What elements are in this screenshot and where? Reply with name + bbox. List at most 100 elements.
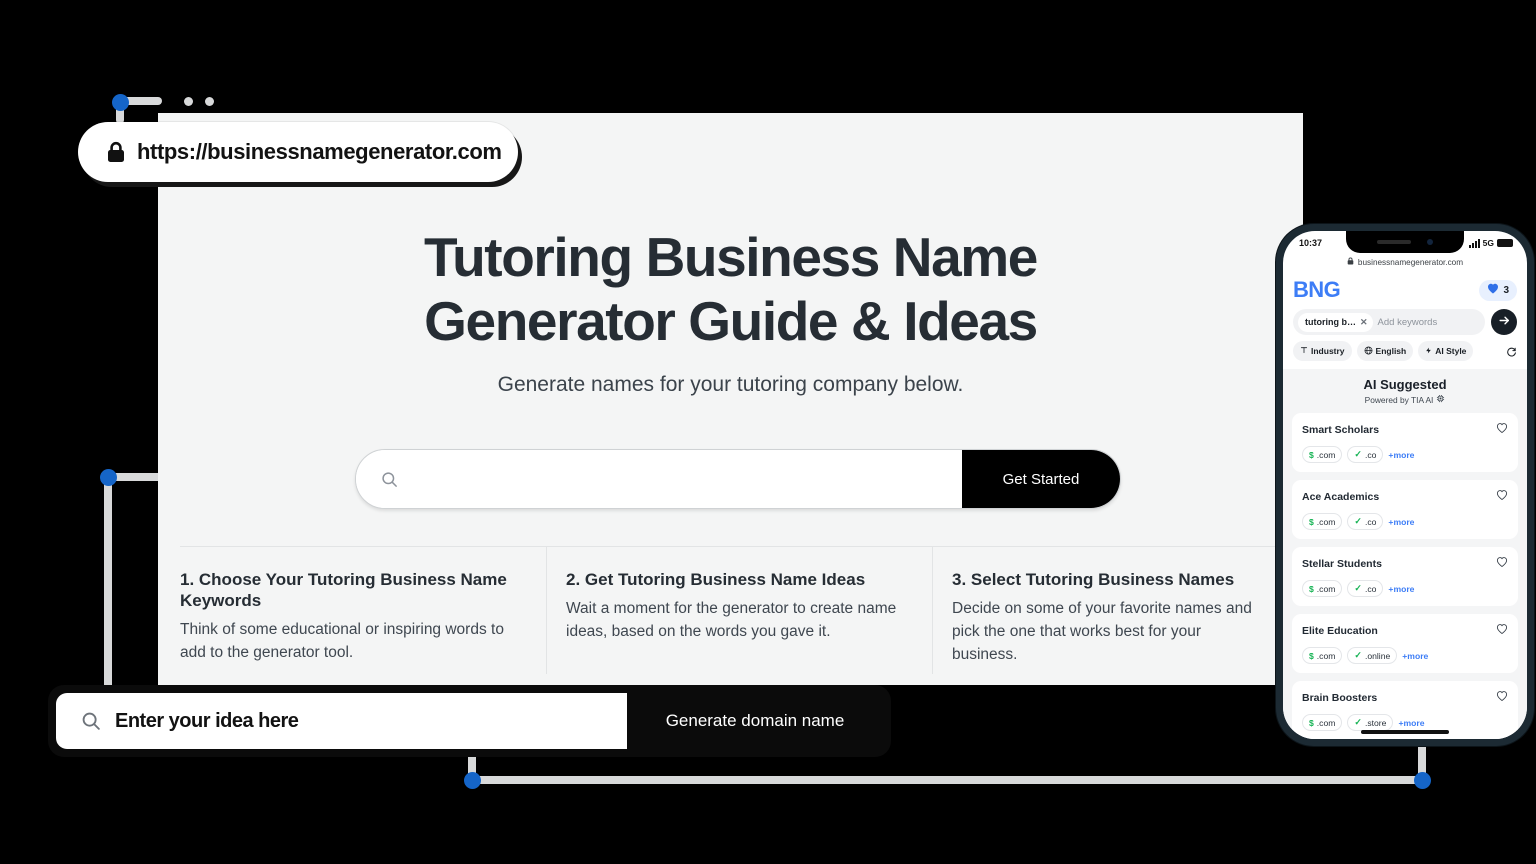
globe-icon — [1364, 346, 1373, 357]
bng-logo[interactable]: BNG — [1293, 277, 1341, 303]
bolt-icon — [1425, 346, 1432, 357]
app-header: BNG 3 — [1283, 274, 1527, 303]
status-network: 5G — [1482, 238, 1494, 248]
filter-row: Industry English AI Style — [1283, 335, 1527, 369]
more-tlds-link[interactable]: +more — [1402, 651, 1428, 661]
filter-industry-label: Industry — [1311, 346, 1345, 356]
available-check-icon: ✓ — [1354, 449, 1362, 459]
hero-section: Tutoring Business Name Generator Guide &… — [158, 225, 1303, 397]
available-check-icon: ✓ — [1354, 516, 1362, 526]
get-started-button[interactable]: Get Started — [962, 450, 1120, 508]
name-card[interactable]: Elite Education $ .com ✓ .online +more — [1292, 614, 1518, 673]
name-card-tlds: $ .com ✓ .co +more — [1302, 580, 1508, 597]
tld-label: .com — [1316, 516, 1336, 527]
phone-mockup: 10:37 5G businessnamegenerator.com BNG 3… — [1276, 224, 1534, 746]
tld-chip[interactable]: $ .com — [1302, 446, 1343, 463]
heart-outline-icon[interactable] — [1496, 555, 1508, 573]
name-card-tlds: $ .com ✓ .online +more — [1302, 647, 1508, 664]
close-icon[interactable]: ✕ — [1360, 317, 1368, 328]
filter-icon — [1300, 346, 1308, 356]
battery-icon — [1497, 239, 1513, 247]
tld-chip[interactable]: ✓ .co — [1347, 580, 1384, 597]
url-text: https://businessnamegenerator.com — [137, 139, 502, 164]
search-field-wrapper[interactable] — [356, 450, 962, 508]
tld-chip[interactable]: ✓ .co — [1347, 446, 1384, 463]
tld-chip[interactable]: $ .com — [1302, 647, 1343, 664]
status-time: 10:37 — [1299, 238, 1323, 248]
page-subtitle: Generate names for your tutoring company… — [497, 373, 964, 396]
favorites-count: 3 — [1503, 284, 1509, 296]
domain-idea-input[interactable] — [115, 709, 627, 733]
tld-chip[interactable]: ✓ .online — [1347, 647, 1398, 664]
tld-chip[interactable]: $ .com — [1302, 513, 1343, 530]
lock-icon — [1347, 257, 1354, 267]
heart-outline-icon[interactable] — [1496, 622, 1508, 640]
step-title: 2. Get Tutoring Business Name Ideas — [566, 570, 866, 589]
filter-industry[interactable]: Industry — [1293, 341, 1352, 361]
tld-chip[interactable]: ✓ .store — [1347, 714, 1394, 731]
search-input[interactable] — [411, 470, 962, 488]
keyword-chip[interactable]: tutoring b… ✕ — [1298, 312, 1373, 332]
results-subtitle-text: Powered by TIA AI — [1364, 394, 1434, 405]
tld-chip[interactable]: ✓ .co — [1347, 513, 1384, 530]
arrow-right-icon — [1498, 314, 1511, 330]
more-tlds-link[interactable]: +more — [1388, 450, 1414, 460]
front-camera-icon — [1427, 239, 1433, 245]
price-marker: $ — [1309, 717, 1314, 728]
connector-dot-top-left — [112, 94, 129, 111]
filter-language[interactable]: English — [1356, 341, 1414, 361]
more-tlds-link[interactable]: +more — [1388, 517, 1414, 527]
heart-outline-icon[interactable] — [1496, 689, 1508, 707]
browser-dot-2 — [205, 97, 214, 106]
generate-arrow-button[interactable] — [1491, 309, 1517, 335]
generator-search-bar: Get Started — [355, 449, 1121, 509]
available-check-icon: ✓ — [1354, 583, 1362, 593]
more-tlds-link[interactable]: +more — [1388, 584, 1414, 594]
available-check-icon: ✓ — [1354, 650, 1362, 660]
keyword-row: tutoring b… ✕ Add keywords — [1283, 303, 1527, 335]
heart-outline-icon[interactable] — [1496, 488, 1508, 506]
step-item-3: 3. Select Tutoring Business Names Decide… — [932, 547, 1280, 674]
name-card[interactable]: Stellar Students $ .com ✓ .co +more — [1292, 547, 1518, 606]
domain-field-wrapper[interactable] — [56, 693, 627, 749]
favorites-counter[interactable]: 3 — [1479, 279, 1517, 301]
phone-url-bar[interactable]: businessnamegenerator.com — [1283, 255, 1527, 274]
url-address-pill[interactable]: https://businessnamegenerator.com — [78, 122, 518, 182]
step-item-2: 2. Get Tutoring Business Name Ideas Wait… — [546, 547, 932, 674]
price-marker: $ — [1309, 583, 1314, 594]
browser-dot-1 — [184, 97, 193, 106]
keyword-input-box[interactable]: tutoring b… ✕ Add keywords — [1293, 309, 1485, 335]
connector-dot-left — [100, 469, 117, 486]
tld-label: .com — [1316, 717, 1336, 728]
step-body: Decide on some of your favorite names an… — [952, 600, 1252, 663]
page-title-line-1: Tutoring Business Name — [423, 226, 1038, 288]
filter-ai-style[interactable]: AI Style — [1418, 341, 1474, 361]
step-title: 3. Select Tutoring Business Names — [952, 570, 1235, 589]
name-card-title: Elite Education — [1302, 625, 1378, 637]
page-title: Tutoring Business Name Generator Guide &… — [158, 225, 1303, 353]
tld-label: .co — [1364, 449, 1377, 460]
connector-line-left-vertical — [104, 477, 112, 692]
tld-label: .co — [1364, 516, 1377, 527]
price-marker: $ — [1309, 449, 1314, 460]
tld-chip[interactable]: $ .com — [1302, 580, 1343, 597]
steps-row: 1. Choose Your Tutoring Business Name Ke… — [180, 546, 1280, 674]
status-indicators: 5G — [1468, 238, 1513, 248]
name-card[interactable]: Ace Academics $ .com ✓ .co +more — [1292, 480, 1518, 539]
tld-label: .store — [1364, 717, 1387, 728]
page-title-line-2: Generator Guide & Ideas — [424, 290, 1038, 352]
tld-label: .com — [1316, 583, 1336, 594]
generate-domain-name-button[interactable]: Generate domain name — [627, 693, 883, 749]
name-card-header: Stellar Students — [1302, 555, 1508, 573]
step-body: Think of some educational or inspiring w… — [180, 621, 504, 661]
refresh-icon[interactable] — [1506, 346, 1517, 357]
name-card-header: Brain Boosters — [1302, 689, 1508, 707]
more-tlds-link[interactable]: +more — [1398, 718, 1424, 728]
name-card[interactable]: Smart Scholars $ .com ✓ .co +more — [1292, 413, 1518, 472]
tld-chip[interactable]: $ .com — [1302, 714, 1343, 731]
name-card-header: Smart Scholars — [1302, 421, 1508, 439]
heart-outline-icon[interactable] — [1496, 421, 1508, 439]
screenshot-root: Tutoring Business Name Generator Guide &… — [0, 0, 1536, 864]
name-card-title: Ace Academics — [1302, 491, 1380, 503]
add-keywords-placeholder[interactable]: Add keywords — [1378, 317, 1438, 328]
